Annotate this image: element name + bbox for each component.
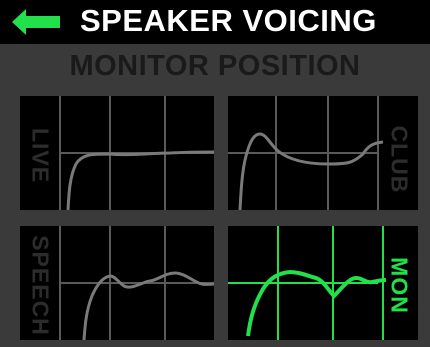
header-bar: SPEAKER VOICING [0,0,430,44]
preset-speech-button[interactable]: SPEECH [20,226,214,340]
preset-speech-label: SPEECH [27,235,54,336]
section-title: MONITOR POSITION [69,50,361,82]
preset-club-label: CLUB [386,125,413,194]
preset-live-button[interactable]: LIVE [20,96,214,210]
preset-mon-label: MON [386,257,413,314]
page-title: SPEAKER VOICING [80,3,377,38]
preset-mon-button[interactable]: MON [228,226,418,340]
preset-club-button[interactable]: CLUB [228,96,418,210]
preset-live-label: LIVE [27,127,54,184]
speaker-voicing-screen: SPEAKER VOICING MONITOR POSITION LIVE CL… [0,0,430,347]
arrow-left-icon[interactable] [12,9,62,35]
